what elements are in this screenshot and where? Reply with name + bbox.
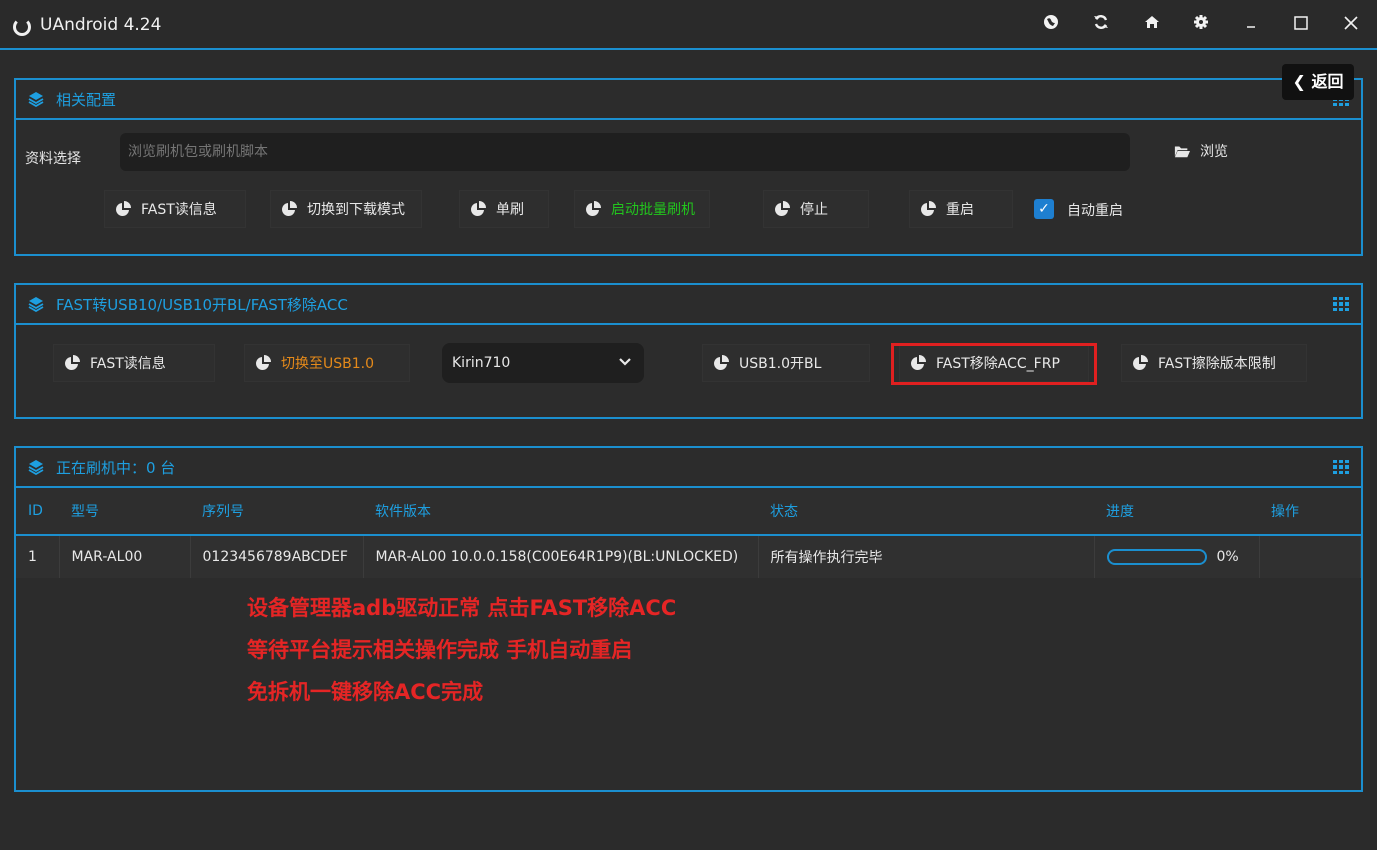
cell-version: MAR-AL00 10.0.0.158(C00E64R1P9)(BL:UNLOC…	[363, 535, 759, 578]
device-table: ID 型号 序列号 软件版本 状态 进度 操作 1 MAR-AL00 01234…	[16, 488, 1361, 578]
fast-panel-header: FAST转USB10/USB10开BL/FAST移除ACC	[16, 285, 1361, 325]
column-header-model[interactable]: 型号	[59, 488, 190, 536]
fast-read-info-button[interactable]: FAST读信息	[104, 190, 246, 228]
switch-download-mode-button[interactable]: 切换到下载模式	[270, 190, 422, 228]
chip-select-value: Kirin710	[452, 355, 511, 371]
pie-chart-icon	[586, 201, 601, 216]
switch-usb10-label: 切换至USB1.0	[281, 356, 375, 372]
auto-restart-label: 自动重启	[1067, 203, 1123, 219]
column-header-id[interactable]: ID	[16, 488, 59, 536]
pie-chart-icon	[921, 201, 936, 216]
chip-select[interactable]: Kirin710	[442, 343, 644, 383]
usb10-unlock-bl-button[interactable]: USB1.0开BL	[702, 344, 870, 382]
column-header-progress[interactable]: 进度	[1094, 488, 1259, 536]
browse-button[interactable]: 浏览	[1164, 133, 1274, 171]
stop-label: 停止	[800, 202, 828, 218]
single-flash-button[interactable]: 单刷	[459, 190, 549, 228]
fast-read-info-button-2[interactable]: FAST读信息	[53, 344, 215, 382]
browse-label: 浏览	[1200, 144, 1228, 160]
layers-icon	[28, 460, 44, 475]
progress-bar	[1106, 549, 1207, 565]
app-title: UAndroid 4.24	[40, 15, 162, 35]
reboot-label: 重启	[946, 202, 974, 218]
pie-chart-icon	[911, 355, 926, 370]
column-header-version[interactable]: 软件版本	[363, 488, 758, 536]
minimize-icon[interactable]	[1240, 14, 1262, 36]
home-icon[interactable]	[1141, 14, 1163, 36]
config-panel-title: 相关配置	[56, 91, 117, 109]
annotation-line-3: 免拆机一键移除ACC完成	[247, 680, 484, 704]
single-flash-label: 单刷	[496, 202, 524, 218]
flash-panel: 正在刷机中：0 台 ID 型号 序列号 软件版本 状态 进度 操作 1 MAR-…	[14, 446, 1363, 792]
switch-download-mode-label: 切换到下载模式	[307, 202, 405, 218]
cell-model: MAR-AL00	[59, 535, 191, 578]
progress-text: 0%	[1216, 549, 1239, 565]
annotation-line-2: 等待平台提示相关操作完成 手机自动重启	[247, 638, 633, 662]
back-button[interactable]: ❮ 返回	[1282, 64, 1354, 100]
refresh-icon[interactable]	[1090, 14, 1112, 36]
auto-restart-checkbox[interactable]: ✓	[1034, 199, 1054, 219]
fast-read-info-label-2: FAST读信息	[90, 356, 166, 372]
folder-open-icon	[1174, 146, 1190, 158]
start-batch-flash-button[interactable]: 启动批量刷机	[574, 190, 710, 228]
pie-chart-icon	[65, 355, 80, 370]
pie-chart-icon	[471, 201, 486, 216]
app-logo-icon	[13, 18, 31, 36]
pie-chart-icon	[1133, 355, 1148, 370]
stop-button[interactable]: 停止	[763, 190, 869, 228]
fast-panel: FAST转USB10/USB10开BL/FAST移除ACC FAST读信息 切换…	[14, 283, 1363, 419]
file-path-input[interactable]	[120, 133, 1130, 171]
table-row[interactable]: 1 MAR-AL00 0123456789ABCDEF MAR-AL00 10.…	[16, 535, 1361, 578]
globe-icon[interactable]	[1040, 14, 1062, 36]
maximize-icon[interactable]	[1290, 14, 1312, 36]
grid-icon[interactable]	[1333, 460, 1349, 474]
fast-read-info-label: FAST读信息	[141, 202, 217, 218]
pie-chart-icon	[116, 201, 131, 216]
close-icon[interactable]	[1340, 14, 1362, 36]
fast-remove-acc-frp-button[interactable]: FAST移除ACC_FRP	[899, 344, 1089, 382]
pie-chart-icon	[714, 355, 729, 370]
config-panel: 相关配置 资料选择 浏览 FAST读信息 切换到下载模式 单刷 启动批量刷机 停…	[14, 78, 1363, 256]
layers-icon	[28, 297, 44, 312]
chevron-down-icon	[618, 343, 632, 383]
annotation-line-1: 设备管理器adb驱动正常 点击FAST移除ACC	[247, 596, 677, 620]
cell-action[interactable]	[1259, 535, 1361, 578]
layers-icon	[28, 92, 44, 107]
start-batch-flash-label: 启动批量刷机	[611, 202, 695, 218]
column-header-action[interactable]: 操作	[1259, 488, 1361, 536]
fast-erase-version-limit-button[interactable]: FAST擦除版本限制	[1121, 344, 1307, 382]
cell-id: 1	[16, 535, 60, 578]
switch-usb10-button[interactable]: 切换至USB1.0	[244, 344, 410, 382]
usb10-unlock-bl-label: USB1.0开BL	[739, 356, 822, 372]
fast-remove-acc-frp-label: FAST移除ACC_FRP	[936, 356, 1060, 372]
pie-chart-icon	[775, 201, 790, 216]
grid-icon[interactable]	[1333, 297, 1349, 311]
flash-panel-title: 正在刷机中：0 台	[56, 459, 176, 477]
table-header-row: ID 型号 序列号 软件版本 状态 进度 操作	[16, 488, 1361, 536]
pie-chart-icon	[256, 355, 271, 370]
gear-icon[interactable]	[1190, 14, 1212, 36]
column-header-status[interactable]: 状态	[758, 488, 1094, 536]
file-select-label: 资料选择	[25, 151, 81, 167]
title-bar: UAndroid 4.24	[0, 0, 1377, 50]
flash-panel-header: 正在刷机中：0 台	[16, 448, 1361, 488]
fast-panel-title: FAST转USB10/USB10开BL/FAST移除ACC	[56, 296, 348, 314]
pie-chart-icon	[282, 201, 297, 216]
back-label: 返回	[1311, 72, 1344, 91]
reboot-button[interactable]: 重启	[909, 190, 1013, 228]
chevron-left-icon: ❮	[1292, 72, 1306, 91]
cell-status: 所有操作执行完毕	[758, 535, 1095, 578]
column-header-serial[interactable]: 序列号	[190, 488, 363, 536]
cell-serial: 0123456789ABCDEF	[190, 535, 364, 578]
cell-progress: 0%	[1094, 535, 1260, 578]
config-panel-header: 相关配置	[16, 80, 1361, 120]
fast-erase-version-limit-label: FAST擦除版本限制	[1158, 356, 1276, 372]
